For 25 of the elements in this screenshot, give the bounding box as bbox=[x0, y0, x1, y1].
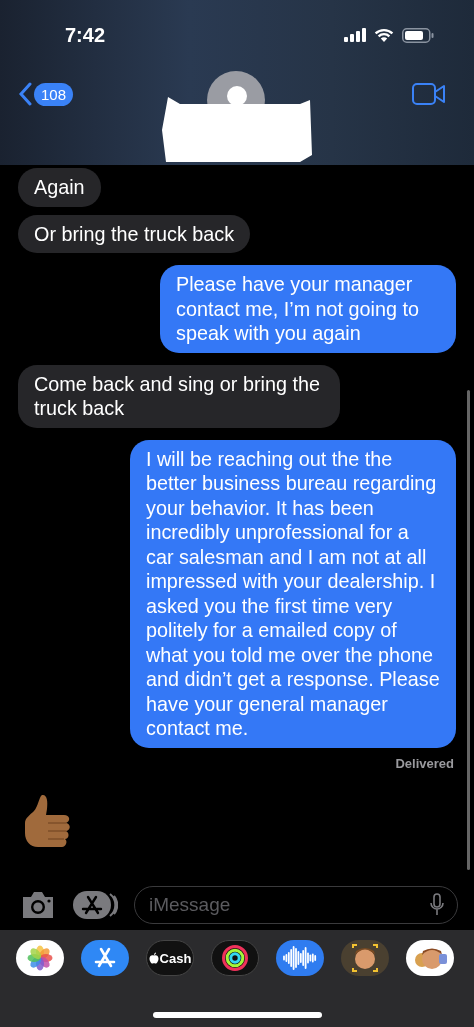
status-time: 7:42 bbox=[65, 23, 106, 47]
message-field[interactable]: iMessage bbox=[134, 886, 458, 924]
microphone-icon[interactable] bbox=[430, 893, 444, 917]
signal-icon bbox=[344, 28, 366, 42]
battery-icon bbox=[402, 27, 434, 43]
activity-rings-icon[interactable] bbox=[211, 940, 259, 976]
cash-button[interactable]: Cash bbox=[146, 940, 194, 976]
back-button[interactable]: 108 bbox=[18, 82, 74, 106]
chevron-left-icon bbox=[18, 82, 32, 106]
apple-icon bbox=[148, 952, 159, 964]
camera-icon[interactable] bbox=[20, 890, 56, 920]
photos-app-icon[interactable] bbox=[16, 940, 64, 976]
message-bubble: Please have your manager contact me, I’m not going to speak with you again bbox=[160, 265, 456, 353]
unread-count-badge: 108 bbox=[34, 82, 74, 106]
video-call-icon[interactable] bbox=[412, 82, 446, 106]
message-bubble: Come back and sing or bring the truck back bbox=[18, 364, 340, 428]
avatar-icon[interactable] bbox=[406, 940, 454, 976]
message-bubble: Again bbox=[18, 168, 101, 207]
audio-waveform-icon[interactable] bbox=[276, 940, 324, 976]
wifi-icon bbox=[374, 27, 394, 43]
app-store-icon[interactable] bbox=[81, 940, 129, 976]
delivered-status: Delivered bbox=[395, 755, 454, 771]
message-bubble: Or bring the truck back bbox=[18, 214, 251, 253]
message-bubble: I will be reaching out the the better business bureau regarding your behavior. It has been incredibly unprofessional for a car salesman and I am not at all impressed with your dealership. I asked you the first time very politely for a emailed copy of what you told me over the phone and didn’t get a response. Please have your general manager contact me. bbox=[130, 439, 456, 748]
avatar-icon[interactable] bbox=[341, 940, 389, 976]
